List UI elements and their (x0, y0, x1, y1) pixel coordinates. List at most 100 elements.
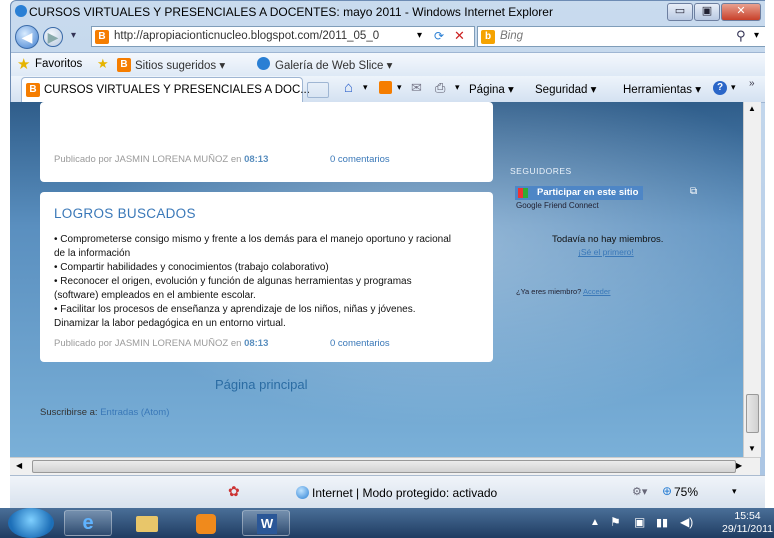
zoom-dropdown-icon[interactable]: ▾ (732, 486, 737, 497)
recent-pages-dropdown-icon[interactable]: ▾ (71, 30, 76, 41)
atom-feed-link[interactable]: Entradas (Atom) (100, 407, 169, 418)
post-logros: LOGROS BUSCADOS • Comprometerse consigo … (40, 192, 493, 362)
rss-icon[interactable] (379, 81, 392, 94)
back-button[interactable]: ◀ (15, 25, 39, 49)
blogger-favicon-icon: B (95, 30, 109, 44)
refresh-icon[interactable]: ⟳ (434, 29, 444, 43)
post-comments-link[interactable]: 0 comentarios (330, 154, 390, 165)
home-dropdown-icon[interactable]: ▾ (363, 82, 368, 93)
expand-icon[interactable]: ⧉ (690, 186, 697, 197)
print-dropdown-icon[interactable]: ▾ (455, 82, 460, 93)
tray-arrow-icon[interactable]: ▲ (590, 517, 600, 528)
volume-icon[interactable]: ◀) (680, 515, 693, 529)
post-line: • Comprometerse consigo mismo y frente a… (54, 234, 452, 245)
scroll-down-icon[interactable]: ▼ (748, 444, 756, 453)
start-button[interactable] (8, 508, 54, 538)
post-meta: Publicado por JASMIN LORENA MUÑOZ en 08:… (54, 338, 269, 349)
close-button[interactable]: ✕ (721, 3, 761, 21)
favorites-bar: ★ Favoritos ★ B Sitios sugeridos ▾ Galer… (11, 52, 773, 77)
clock[interactable]: 15:54 29/11/2011 (722, 510, 773, 536)
media-player-icon (196, 514, 216, 534)
rss-dropdown-icon[interactable]: ▾ (397, 82, 402, 93)
be-first-link[interactable]: ¡Sé el primero! (578, 247, 634, 257)
scroll-up-icon[interactable]: ▲ (748, 104, 756, 113)
search-dropdown-icon[interactable]: ▾ (754, 30, 759, 41)
taskbar-explorer[interactable] (122, 510, 170, 536)
ie-icon: e (82, 512, 94, 534)
search-bar[interactable]: b Bing ⚲ ▾ (477, 26, 767, 47)
globe-icon (296, 486, 309, 499)
followers-heading: SEGUIDORES (510, 166, 572, 176)
add-favorite-icon[interactable]: ★ (97, 56, 109, 72)
post-line: • Facilitar los procesos de enseñanza y … (54, 304, 416, 315)
home-page-link[interactable]: Página principal (215, 377, 308, 392)
post-previous: Publicado por JASMIN LORENA MUÑOZ en 08:… (40, 102, 493, 182)
print-icon[interactable]: ⎙ (435, 80, 445, 96)
ie-logo-icon (15, 5, 27, 17)
search-placeholder: Bing (500, 30, 524, 42)
web-slice-gallery-link[interactable]: Galería de Web Slice ▾ (275, 58, 392, 72)
popup-blocked-icon[interactable]: ✿ (228, 483, 240, 500)
maximize-button[interactable]: ▣ (694, 3, 720, 21)
horizontal-scroll-thumb[interactable] (32, 460, 736, 473)
protected-mode-icon[interactable]: ⚙▾ (632, 485, 647, 498)
minimize-button[interactable]: ▭ (667, 3, 693, 21)
taskbar-ie[interactable]: e (64, 510, 112, 536)
page-content: Publicado por JASMIN LORENA MUÑOZ en 08:… (10, 102, 743, 457)
address-bar[interactable]: B http://apropiacionticnucleo.blogspot.c… (91, 26, 475, 47)
title-bar: CURSOS VIRTUALES Y PRESENCIALES A DOCENT… (11, 1, 773, 23)
address-url: http://apropiacionticnucleo.blogspot.com… (114, 30, 380, 42)
help-icon[interactable]: ? (713, 81, 727, 95)
scroll-right-icon[interactable]: ▶ (736, 461, 742, 470)
device-icon[interactable]: ▣ (634, 515, 645, 529)
folder-icon (136, 516, 158, 532)
post-title[interactable]: LOGROS BUSCADOS (54, 206, 196, 221)
post-time-link[interactable]: 08:13 (244, 338, 268, 349)
clock-time: 15:54 (734, 510, 761, 522)
post-meta: Publicado por JASMIN LORENA MUÑOZ en 08:… (54, 154, 269, 165)
vertical-scroll-thumb[interactable] (746, 394, 759, 433)
suggested-sites-icon: B (117, 58, 131, 72)
network-icon[interactable]: ▮▮ (656, 516, 668, 529)
overflow-chevron-icon[interactable]: » (749, 78, 755, 89)
post-line: (software) empleados en el ambiente esco… (54, 290, 256, 301)
word-icon: W (257, 514, 277, 534)
join-site-button[interactable]: Participar en este sitio (515, 186, 643, 200)
post-line: • Compartir habilidades y conocimientos … (54, 262, 329, 273)
suggested-sites-link[interactable]: Sitios sugeridos ▾ (135, 58, 225, 72)
status-bar: ✿ Internet | Modo protegido: activado ⚙▾… (10, 475, 770, 508)
security-menu[interactable]: Seguridad ▾ (535, 82, 596, 96)
zoom-level[interactable]: 75% (674, 485, 698, 499)
page-menu[interactable]: Página ▾ (469, 82, 514, 96)
sign-in-link[interactable]: Acceder (583, 287, 611, 296)
desktop-edge (765, 0, 774, 508)
home-icon[interactable]: ⌂ (344, 79, 353, 96)
join-site-label: Participar en este sitio (537, 187, 639, 198)
search-icon[interactable]: ⚲ (736, 28, 746, 44)
taskbar: e W ▲ ⚑ ▣ ▮▮ ◀) 15:54 29/11/2011 (0, 508, 774, 538)
new-tab-button[interactable] (307, 82, 329, 98)
security-zone-text[interactable]: Internet | Modo protegido: activado (312, 486, 497, 500)
address-dropdown-icon[interactable]: ▾ (417, 30, 422, 41)
no-members-text: Todavía no hay miembros. (552, 234, 664, 245)
mail-icon[interactable]: ✉ (411, 80, 422, 96)
tools-menu[interactable]: Herramientas ▾ (623, 82, 701, 96)
flag-icon[interactable]: ⚑ (610, 515, 621, 529)
scroll-left-icon[interactable]: ◀ (16, 461, 22, 470)
forward-button[interactable]: ▶ (43, 27, 63, 47)
web-slice-icon (257, 57, 270, 70)
post-line: • Reconocer el origen, evolución y funci… (54, 276, 412, 287)
post-comments-link[interactable]: 0 comentarios (330, 338, 390, 349)
address-row: ◀ ▶ ▾ B http://apropiacionticnucleo.blog… (11, 23, 773, 51)
favorites-button[interactable]: Favoritos (35, 58, 82, 70)
star-icon: ★ (17, 56, 31, 73)
subscribe-line: Suscribirse a: Entradas (Atom) (40, 407, 170, 418)
help-dropdown-icon[interactable]: ▾ (731, 82, 736, 93)
google-friend-connect-label: Google Friend Connect (516, 201, 599, 210)
post-time-link[interactable]: 08:13 (244, 154, 268, 165)
stop-icon[interactable]: ✕ (454, 28, 465, 44)
taskbar-media-player[interactable] (182, 510, 230, 536)
window-title: CURSOS VIRTUALES Y PRESENCIALES A DOCENT… (29, 5, 553, 19)
taskbar-word[interactable]: W (242, 510, 290, 536)
tab-active[interactable]: B CURSOS VIRTUALES Y PRESENCIALES A DOC.… (21, 77, 310, 102)
